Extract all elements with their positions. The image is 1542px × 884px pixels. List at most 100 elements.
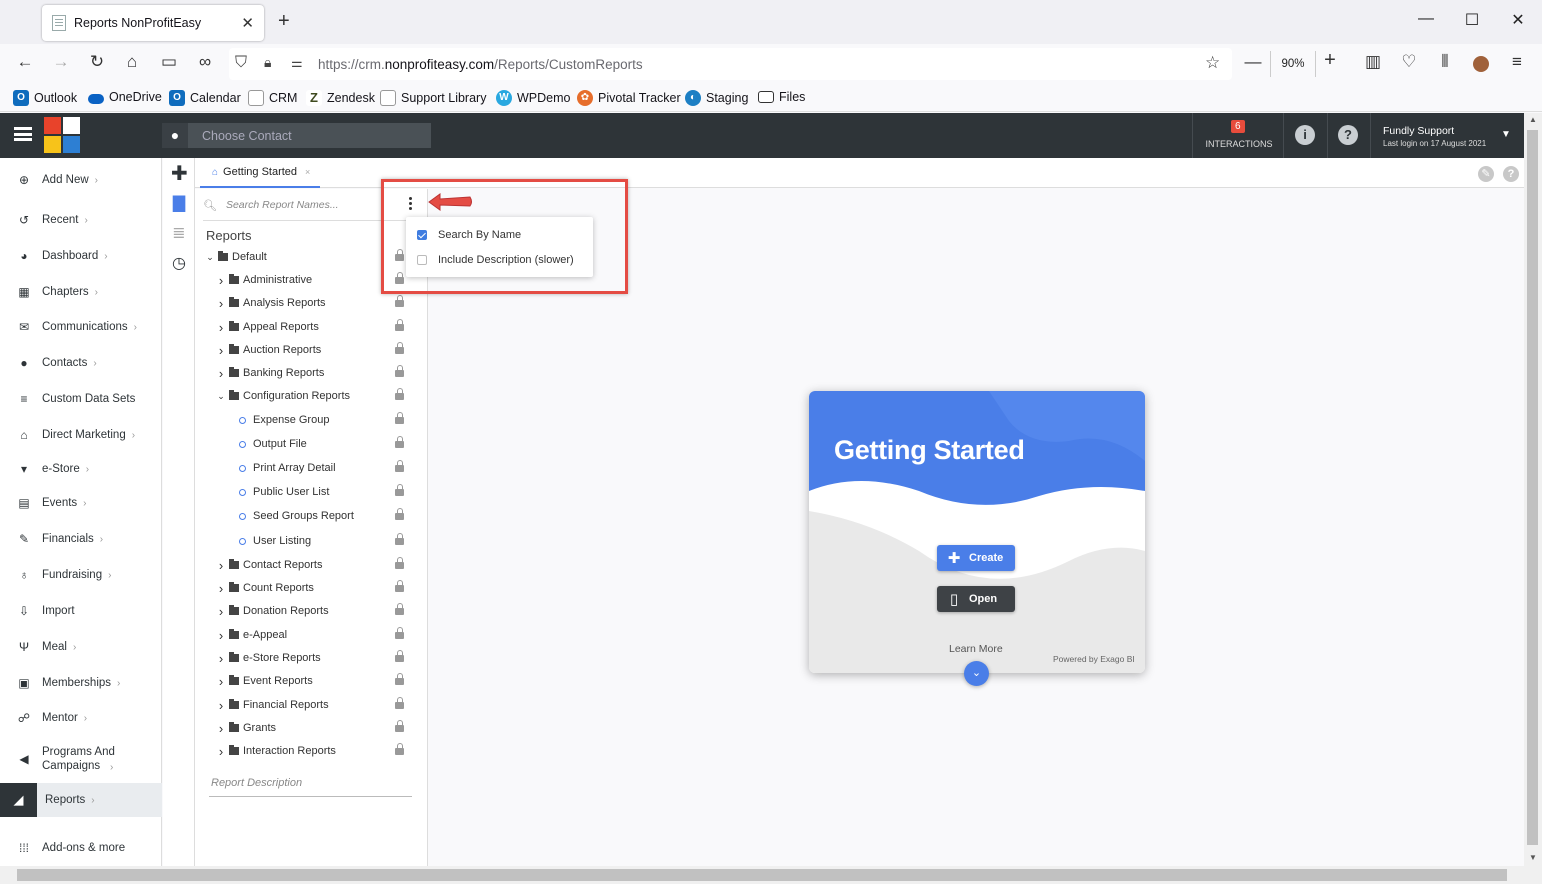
search-input[interactable]: Search Report Names... — [226, 199, 339, 211]
permissions-icon[interactable]: ⚌ — [291, 55, 303, 71]
shield-icon[interactable]: ⛉ — [235, 54, 247, 72]
chevron-right-icon[interactable]: › — [216, 296, 226, 311]
sidebar-item-memberships[interactable]: ▣ Memberships › — [0, 675, 162, 691]
pocket-icon[interactable]: ♡ — [1397, 52, 1421, 72]
minimize-window-button[interactable]: — — [1403, 10, 1449, 28]
horizontal-scrollbar[interactable] — [0, 866, 1542, 884]
bookmark-onedrive[interactable]: OneDrive — [88, 90, 162, 104]
vertical-scrollbar[interactable]: ▲ ▼ — [1524, 113, 1542, 866]
scroll-up-icon[interactable]: ▲ — [1529, 115, 1537, 124]
chevron-right-icon[interactable]: › — [216, 651, 226, 666]
tree-folder[interactable]: › Count Reports — [195, 578, 427, 598]
bookmark-staging[interactable]: ◐ Staging — [685, 90, 748, 106]
chevron-down-icon[interactable]: ⌄ — [216, 391, 226, 402]
report-description-field[interactable]: Report Description — [211, 777, 302, 789]
tree-folder[interactable]: › e-Store Reports — [195, 648, 427, 668]
sidebar-item-communications[interactable]: ✉ Communications › — [0, 319, 162, 335]
tab-getting-started[interactable]: ⌂ Getting Started × — [200, 158, 320, 188]
tree-folder[interactable]: › Banking Reports — [195, 363, 427, 383]
tree-report[interactable]: Print Array Detail — [195, 458, 427, 478]
sidebar-item-add-new[interactable]: ⊕ Add New › — [0, 172, 162, 188]
scroll-down-icon[interactable]: ▼ — [1529, 853, 1537, 862]
chevron-right-icon[interactable]: › — [216, 558, 226, 573]
zoom-in-button[interactable]: + — [1318, 49, 1342, 72]
tree-folder[interactable]: › e-Appeal — [195, 625, 427, 645]
hamburger-menu-icon[interactable] — [14, 127, 32, 141]
chevron-right-icon[interactable]: › — [216, 366, 226, 381]
private-mask-icon[interactable]: ∞ — [193, 52, 217, 72]
sidebar-item-meal[interactable]: Ψ Meal › — [0, 639, 162, 655]
chevron-right-icon[interactable]: › — [216, 744, 226, 759]
bookmark-support-library[interactable]: Support Library — [380, 90, 486, 106]
help-icon[interactable]: ? — [1338, 125, 1358, 145]
sidebar-item-add-ons-more[interactable]: ⁞⁞⁞ Add-ons & more — [0, 840, 162, 856]
tree-folder[interactable]: › Interaction Reports — [195, 741, 427, 761]
user-menu[interactable]: Fundly Support Last login on 17 August 2… — [1383, 125, 1486, 148]
close-tab-icon[interactable]: × — [305, 167, 310, 177]
menu-icon[interactable]: ≡ — [1505, 52, 1529, 72]
tree-folder[interactable]: › Auction Reports — [195, 340, 427, 360]
library-icon[interactable]: ⫴ — [1433, 52, 1457, 72]
sidebar-item-contacts[interactable]: ● Contacts › — [0, 355, 162, 371]
tree-report[interactable]: Output File — [195, 434, 427, 454]
bookmark-zendesk[interactable]: Z Zendesk — [306, 90, 375, 106]
maximize-window-button[interactable]: ☐ — [1449, 10, 1495, 30]
create-button[interactable]: ✚ Create — [937, 545, 1015, 571]
sidebar-item-dashboard[interactable]: ◕ Dashboard › — [0, 248, 162, 264]
bookmark-calendar[interactable]: O Calendar — [169, 90, 241, 106]
sidebar-item-chapters[interactable]: ▦ Chapters › — [0, 284, 162, 300]
bookmark-pivotal-tracker[interactable]: ✿ Pivotal Tracker — [577, 90, 681, 106]
bookmark-crm[interactable]: CRM — [248, 90, 297, 106]
database-icon[interactable]: ≣ — [171, 226, 187, 242]
info-icon[interactable]: i — [1295, 125, 1315, 145]
back-arrow-icon[interactable]: ← — [13, 52, 37, 72]
close-window-button[interactable]: ✕ — [1495, 10, 1541, 30]
chevron-right-icon[interactable]: › — [216, 628, 226, 643]
sidebar-item-recent[interactable]: ↺ Recent › — [0, 212, 162, 228]
chevron-down-icon[interactable]: ⌄ — [964, 661, 989, 686]
browser-tab[interactable]: Reports NonProfitEasy ✕ — [42, 5, 264, 41]
address-bar[interactable]: ⛉ 🔒︎ ⚌ https://crm.nonprofiteasy.com/Rep… — [229, 48, 1232, 80]
tree-report[interactable]: Public User List — [195, 482, 427, 502]
bookmark-files[interactable]: Files — [758, 90, 805, 104]
sidebar-item-direct-marketing[interactable]: ⌂ Direct Marketing › — [0, 427, 162, 443]
sidebar-item-e-store[interactable]: ▾ e-Store › — [0, 461, 162, 477]
reload-icon[interactable]: ↻ — [85, 52, 109, 72]
tree-report[interactable]: User Listing — [195, 531, 427, 551]
forward-arrow-icon[interactable]: → — [49, 52, 73, 72]
report-search[interactable]: 🔍︎ Search Report Names... — [203, 193, 383, 217]
chevron-right-icon[interactable]: › — [216, 320, 226, 335]
chevron-down-icon[interactable]: ⌄ — [205, 252, 215, 263]
app-logo[interactable] — [44, 117, 80, 153]
clock-icon[interactable]: ◷ — [171, 256, 187, 272]
sidebar-item-events[interactable]: ▤ Events › — [0, 495, 162, 511]
chevron-right-icon[interactable]: › — [216, 721, 226, 736]
tree-folder[interactable]: › Appeal Reports — [195, 317, 427, 337]
tree-folder[interactable]: › Analysis Reports — [195, 293, 427, 313]
tree-folder[interactable]: › Contact Reports — [195, 555, 427, 575]
tree-folder[interactable]: › Donation Reports — [195, 601, 427, 621]
sidebar-item-programs-and-campaigns[interactable]: ◀ Programs And Campaigns › — [0, 745, 162, 773]
chevron-right-icon[interactable]: › — [216, 581, 226, 596]
scrollbar-thumb[interactable] — [1527, 130, 1538, 845]
tree-folder[interactable]: › Grants — [195, 718, 427, 738]
tree-folder[interactable]: › Financial Reports — [195, 695, 427, 715]
interactions-button[interactable]: 6 INTERACTIONS — [1192, 113, 1284, 158]
chevron-right-icon[interactable]: › — [216, 674, 226, 689]
home-icon[interactable]: ⌂ — [120, 52, 144, 72]
reader-view-icon[interactable]: ▥ — [1361, 52, 1385, 72]
new-tab-button[interactable]: + — [278, 10, 290, 33]
tree-report[interactable]: Expense Group — [195, 410, 427, 430]
scrollbar-thumb[interactable] — [17, 869, 1507, 881]
bookmark-star-icon[interactable]: ☆ — [1205, 53, 1220, 73]
report-file-icon[interactable]: ▇ — [171, 196, 187, 212]
sidebar-item-import[interactable]: ⇩ Import — [0, 603, 162, 619]
sidebar-item-fundraising[interactable]: ♁ Fundraising › — [0, 567, 162, 583]
settings-icon[interactable]: ✎ — [1478, 166, 1494, 182]
chevron-right-icon[interactable]: › — [216, 343, 226, 358]
zoom-out-button[interactable]: — — [1241, 52, 1265, 72]
bookmark-outlook[interactable]: O Outlook — [13, 90, 77, 106]
profile-avatar[interactable] — [1473, 56, 1489, 72]
user-menu-caret-icon[interactable]: ▼ — [1501, 129, 1511, 140]
sidebar-item-reports[interactable]: ◢ Reports › — [0, 783, 162, 817]
